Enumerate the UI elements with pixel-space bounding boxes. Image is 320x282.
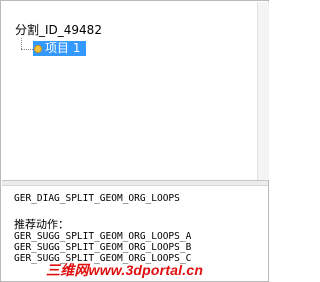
diagnostic-window: 分割_ID_49482 项目 1 GER_DIAG_SPLIT_GEOM_ORG… — [0, 0, 269, 282]
tree-panel[interactable]: 分割_ID_49482 项目 1 — [2, 2, 257, 180]
tree-connector-vertical — [21, 38, 22, 49]
tree-connector-horizontal — [21, 49, 33, 50]
suggested-action-a: GER_SUGG_SPLIT_GEOM_ORG_LOOPS_A — [14, 231, 192, 242]
tree-item-selected[interactable]: 项目 1 — [33, 41, 87, 56]
detail-panel: GER_DIAG_SPLIT_GEOM_ORG_LOOPS 推荐动作： GER_… — [14, 193, 264, 264]
tree-item-label: 项目 1 — [45, 41, 81, 55]
item-dot-icon — [35, 45, 41, 52]
error-code: GER_DIAG_SPLIT_GEOM_ORG_LOOPS — [14, 193, 180, 204]
panel-splitter[interactable] — [2, 180, 268, 186]
vertical-scrollbar[interactable] — [257, 2, 269, 180]
watermark: 三维网www.3dportal.cn — [46, 262, 204, 278]
suggested-actions-heading: 推荐动作： — [14, 218, 69, 231]
suggested-action-b: GER_SUGG_SPLIT_GEOM_ORG_LOOPS_B — [14, 242, 192, 253]
tree-root-node[interactable]: 分割_ID_49482 — [15, 23, 102, 38]
